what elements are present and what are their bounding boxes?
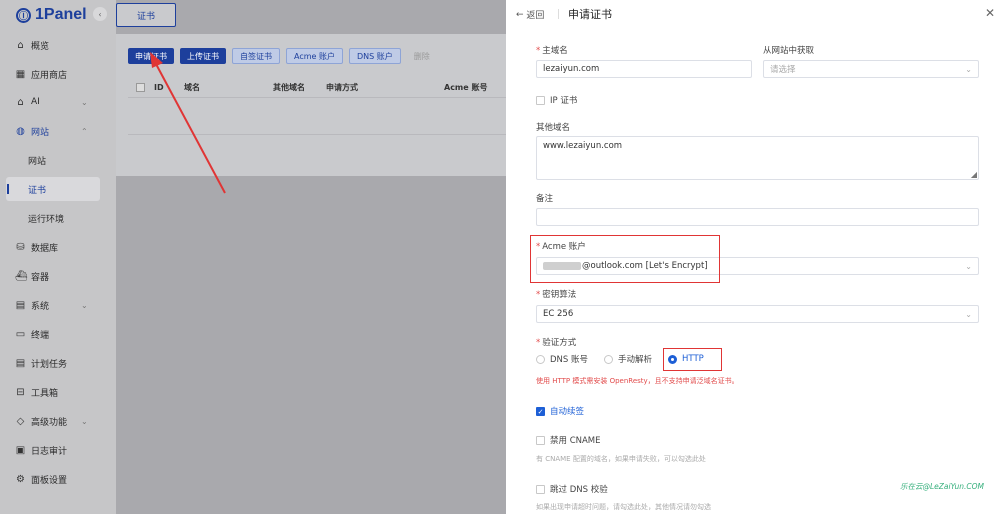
- textarea-value: www.lezaiyun.com: [543, 141, 623, 151]
- chevron-down-icon: ⌄: [965, 261, 972, 271]
- disable-cname-checkbox[interactable]: 禁用 CNAME: [536, 434, 601, 446]
- drawer-title: 申请证书: [568, 8, 612, 21]
- chevron-down-icon: ⌄: [965, 309, 972, 319]
- checkbox-label: IP 证书: [550, 96, 578, 106]
- label-text: 密钥算法: [542, 290, 577, 300]
- checkbox-box: [536, 435, 545, 445]
- other-domains-label: 其他域名: [536, 123, 571, 133]
- header-divider: [558, 9, 559, 19]
- resize-handle-icon[interactable]: ◢: [971, 170, 977, 179]
- label-text: 主域名: [542, 46, 568, 56]
- check-icon: ✓: [536, 406, 545, 416]
- primary-domain-input[interactable]: lezaiyun.com: [536, 60, 752, 78]
- chevron-down-icon: ⌄: [965, 64, 972, 74]
- auto-renew-checkbox[interactable]: ✓ 自动续签: [536, 405, 584, 417]
- checkbox-label: 跳过 DNS 校验: [550, 485, 608, 495]
- key-algorithm-select[interactable]: EC 256 ⌄: [536, 305, 979, 323]
- label-text: 验证方式: [542, 338, 577, 348]
- annotation-highlight-acme: [530, 235, 720, 283]
- disable-cname-hint: 有 CNAME 配置的域名，如果申请失败，可以勾选此处: [536, 455, 706, 463]
- checkbox-box: [536, 95, 545, 105]
- radio-label: 手动解析: [618, 355, 653, 365]
- close-icon[interactable]: ✕: [985, 6, 995, 20]
- ip-certificate-checkbox[interactable]: IP 证书: [536, 94, 577, 106]
- http-mode-warning: 使用 HTTP 模式需安装 OpenResty，且不支持申请泛域名证书。: [536, 377, 739, 385]
- checkbox-label: 自动续签: [550, 407, 585, 417]
- radio-circle: [604, 354, 614, 364]
- radio-label: DNS 账号: [550, 355, 589, 365]
- required-mark: *: [536, 46, 541, 56]
- back-button[interactable]: ← 返回: [516, 8, 545, 22]
- skip-dns-check-checkbox[interactable]: 跳过 DNS 校验: [536, 483, 608, 495]
- required-mark: *: [536, 290, 541, 300]
- watermark: 乐在云@LeZaiYun.COM: [900, 482, 985, 491]
- skip-dns-check-hint: 如果出现申请超时问题，请勾选此处，其他情况请勿勾选: [536, 503, 711, 511]
- primary-domain-label: * 主域名: [536, 44, 568, 56]
- key-algorithm-label: * 密钥算法: [536, 288, 576, 300]
- radio-manual[interactable]: 手动解析: [604, 353, 652, 365]
- select-value: EC 256: [543, 309, 574, 319]
- select-placeholder: 请选择: [770, 65, 796, 75]
- radio-circle: [536, 354, 545, 364]
- verify-method-label: * 验证方式: [536, 336, 576, 348]
- from-website-label: 从网站中获取: [763, 46, 815, 56]
- from-website-select[interactable]: 请选择 ⌄: [763, 60, 979, 78]
- other-domains-textarea[interactable]: www.lezaiyun.com ◢: [536, 136, 979, 180]
- checkbox-label: 禁用 CNAME: [550, 436, 601, 446]
- radio-dns-account[interactable]: DNS 账号: [536, 353, 588, 365]
- checkbox-box: [536, 484, 545, 494]
- back-label: 返回: [526, 11, 545, 21]
- required-mark: *: [536, 338, 541, 348]
- remark-label: 备注: [536, 194, 554, 204]
- arrow-left-icon: ←: [516, 9, 527, 20]
- annotation-highlight-http: [663, 348, 722, 371]
- remark-input[interactable]: [536, 208, 979, 226]
